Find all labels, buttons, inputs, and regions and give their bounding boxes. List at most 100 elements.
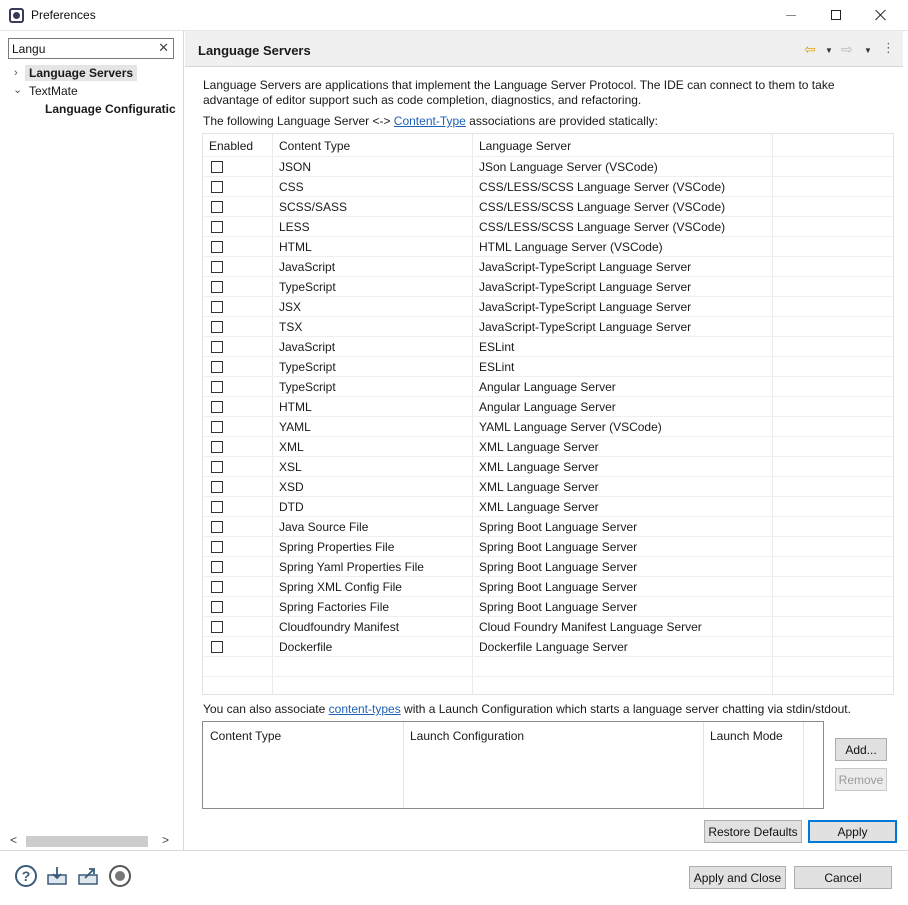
- back-arrow-icon[interactable]: ⇦: [804, 41, 816, 58]
- oomph-record-icon[interactable]: [109, 865, 131, 887]
- table-row[interactable]: Spring Properties File Spring Boot Langua…: [203, 536, 893, 556]
- column-header-launch-mode[interactable]: Launch Mode: [710, 729, 783, 743]
- enabled-checkbox[interactable]: [211, 441, 223, 453]
- enabled-checkbox[interactable]: [211, 381, 223, 393]
- tree-item-language-servers[interactable]: › Language Servers: [0, 65, 183, 83]
- table-row[interactable]: Spring XML Config File Spring Boot Langua…: [203, 576, 893, 596]
- enabled-checkbox[interactable]: [211, 281, 223, 293]
- import-icon[interactable]: [46, 865, 68, 887]
- tree-item-label: TextMate: [29, 84, 78, 98]
- table-row[interactable]: Spring Factories File Spring Boot Languag…: [203, 596, 893, 616]
- column-header-content-type[interactable]: Content Type: [210, 729, 281, 743]
- table-row[interactable]: Cloudfoundry Manifest Cloud Foundry Manif…: [203, 616, 893, 636]
- chevron-right-icon[interactable]: ›: [14, 67, 18, 79]
- forward-dropdown-icon[interactable]: ▼: [864, 46, 872, 55]
- enabled-checkbox[interactable]: [211, 161, 223, 173]
- description-line-1: Language Servers are applications that i…: [203, 78, 835, 92]
- chevron-down-icon[interactable]: ⌄: [13, 83, 22, 96]
- description-line-2: advantage of editor support such as code…: [203, 93, 642, 107]
- table-row[interactable]: XSD XML Language Server: [203, 476, 893, 496]
- enabled-checkbox[interactable]: [211, 621, 223, 633]
- table-row[interactable]: JSON JSon Language Server (VSCode): [203, 156, 893, 176]
- table-row[interactable]: Spring Yaml Properties File Spring Boot L…: [203, 556, 893, 576]
- table-row[interactable]: SCSS/SASS CSS/LESS/SCSS Language Server (…: [203, 196, 893, 216]
- scroll-left-icon[interactable]: <: [10, 833, 17, 847]
- table-row[interactable]: XML XML Language Server: [203, 436, 893, 456]
- enabled-checkbox[interactable]: [211, 541, 223, 553]
- restore-defaults-button[interactable]: Restore Defaults: [704, 820, 802, 843]
- table-row[interactable]: CSS CSS/LESS/SCSS Language Server (VSCode…: [203, 176, 893, 196]
- column-header-enabled[interactable]: Enabled: [209, 139, 253, 153]
- view-menu-icon[interactable]: ⋮: [882, 40, 895, 56]
- export-icon[interactable]: [77, 865, 99, 887]
- table-row[interactable]: DTD XML Language Server: [203, 496, 893, 516]
- enabled-checkbox[interactable]: [211, 461, 223, 473]
- help-icon[interactable]: ?: [15, 865, 37, 887]
- minimize-button[interactable]: [768, 0, 814, 30]
- enabled-checkbox[interactable]: [211, 561, 223, 573]
- enabled-checkbox[interactable]: [211, 361, 223, 373]
- table-row[interactable]: TypeScript ESLint: [203, 356, 893, 376]
- enabled-checkbox[interactable]: [211, 181, 223, 193]
- table-row[interactable]: Dockerfile Dockerfile Language Server: [203, 636, 893, 656]
- table-row[interactable]: [203, 676, 893, 694]
- table-row[interactable]: JavaScript JavaScript-TypeScript Language…: [203, 256, 893, 276]
- scroll-right-icon[interactable]: >: [162, 833, 169, 847]
- scrollbar-thumb[interactable]: [26, 836, 148, 847]
- cancel-button[interactable]: Cancel: [794, 866, 892, 889]
- enabled-checkbox[interactable]: [211, 501, 223, 513]
- enabled-checkbox[interactable]: [211, 401, 223, 413]
- eclipse-app-icon: [9, 8, 24, 23]
- enabled-checkbox[interactable]: [211, 521, 223, 533]
- table-row[interactable]: XSL XML Language Server: [203, 456, 893, 476]
- table-row[interactable]: LESS CSS/LESS/SCSS Language Server (VSCod…: [203, 216, 893, 236]
- table-row[interactable]: TypeScript JavaScript-TypeScript Language…: [203, 276, 893, 296]
- table-row[interactable]: JSX JavaScript-TypeScript Language Server: [203, 296, 893, 316]
- enabled-checkbox[interactable]: [211, 421, 223, 433]
- enabled-checkbox[interactable]: [211, 261, 223, 273]
- tree-item-textmate[interactable]: ⌄ TextMate: [0, 83, 183, 101]
- enabled-checkbox[interactable]: [211, 301, 223, 313]
- apply-and-close-button[interactable]: Apply and Close: [689, 866, 786, 889]
- back-dropdown-icon[interactable]: ▼: [825, 46, 833, 55]
- table-row[interactable]: [203, 656, 893, 676]
- table-row[interactable]: YAML YAML Language Server (VSCode): [203, 416, 893, 436]
- apply-button[interactable]: Apply: [808, 820, 897, 843]
- remove-button[interactable]: Remove: [835, 768, 887, 791]
- enabled-checkbox[interactable]: [211, 641, 223, 653]
- table-row[interactable]: Java Source File Spring Boot Language Ser…: [203, 516, 893, 536]
- launch-config-intro: You can also associate content-types wit…: [203, 702, 883, 717]
- page-header: Language Servers ⇦ ▼ ⇨ ▼ ⋮: [185, 31, 903, 67]
- clear-filter-icon[interactable]: ✕: [158, 40, 169, 56]
- content-type-link[interactable]: Content-Type: [394, 114, 466, 128]
- tree-item-language-configuration[interactable]: Language Configuratic: [0, 101, 183, 119]
- close-button[interactable]: [858, 0, 904, 30]
- enabled-checkbox[interactable]: [211, 321, 223, 333]
- column-header-language-server[interactable]: Language Server: [479, 139, 571, 153]
- maximize-button[interactable]: [813, 0, 859, 30]
- enabled-checkbox[interactable]: [211, 341, 223, 353]
- enabled-checkbox[interactable]: [211, 481, 223, 493]
- forward-arrow-icon[interactable]: ⇨: [841, 41, 853, 58]
- language-server-cell: Spring Boot Language Server: [479, 520, 638, 534]
- tree-horizontal-scrollbar[interactable]: < >: [8, 833, 176, 848]
- content-types-link[interactable]: content-types: [329, 702, 401, 716]
- column-header-content-type[interactable]: Content Type: [279, 139, 350, 153]
- enabled-checkbox[interactable]: [211, 581, 223, 593]
- enabled-checkbox[interactable]: [211, 601, 223, 613]
- table-row[interactable]: JavaScript ESLint: [203, 336, 893, 356]
- enabled-checkbox[interactable]: [211, 201, 223, 213]
- title-bar: Preferences: [0, 0, 908, 31]
- add-button[interactable]: Add...: [835, 738, 887, 761]
- launch-configuration-table[interactable]: Content Type Launch Configuration Launch…: [202, 721, 824, 809]
- launch-intro-suffix: with a Launch Configuration which starts…: [400, 702, 851, 716]
- enabled-checkbox[interactable]: [211, 241, 223, 253]
- filter-input[interactable]: [12, 41, 152, 56]
- column-header-launch-configuration[interactable]: Launch Configuration: [410, 729, 524, 743]
- enabled-checkbox[interactable]: [211, 221, 223, 233]
- table-row[interactable]: HTML HTML Language Server (VSCode): [203, 236, 893, 256]
- table-row[interactable]: HTML Angular Language Server: [203, 396, 893, 416]
- language-server-cell: Angular Language Server: [479, 380, 616, 394]
- table-row[interactable]: TSX JavaScript-TypeScript Language Server: [203, 316, 893, 336]
- table-row[interactable]: TypeScript Angular Language Server: [203, 376, 893, 396]
